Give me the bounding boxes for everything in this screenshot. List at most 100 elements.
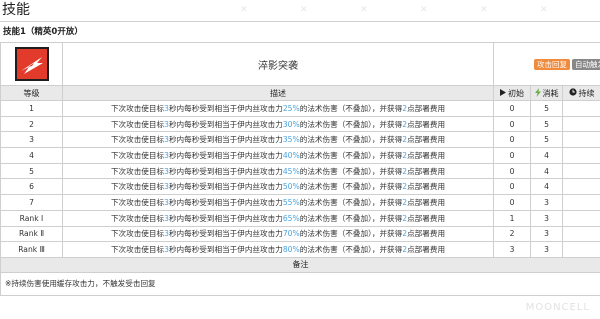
header-cost: 消耗 [530,85,563,101]
duration-cell [562,241,600,258]
desc-middle: 秒内每秒受到相当于伊内丝攻击力 [168,166,283,176]
desc-middle: 秒内每秒受到相当于伊内丝攻击力 [168,245,283,255]
desc-middle: 秒内每秒受到相当于伊内丝攻击力 [168,213,283,223]
cost-cell: 3 [530,225,563,243]
desc-suffix: 的法术伤害（不叠加），并获得 [299,182,403,192]
desc-prefix: 下次攻击使目标 [110,197,165,207]
desc-suffix: 的法术伤害（不叠加），并获得 [299,150,403,160]
desc-suffix: 的法术伤害（不叠加），并获得 [299,245,403,255]
header-initial: 初始 [493,85,531,101]
desc-end: 点部署费用 [407,135,446,145]
cost-cell: 5 [530,100,563,117]
desc-end: 点部署费用 [407,229,446,239]
remarks-note-row: ※持续伤害使用缓存攻击力，不触发受击回复 [0,271,600,296]
desc-suffix: 的法术伤害（不叠加），并获得 [299,197,403,207]
desc-percent: 45% [282,166,300,176]
cost-cell: 3 [530,194,563,211]
duration-cell [562,194,600,211]
remarks-header-row: 备注 [0,256,600,273]
description-cell: 下次攻击使目标3秒内每秒受到相当于伊内丝攻击力45%的法术伤害（不叠加），并获得… [62,162,494,180]
header-duration-label: 持续 [578,88,595,98]
desc-prefix: 下次攻击使目标 [110,245,165,255]
header-duration: 持续 [562,85,600,101]
table-row: Rank Ⅱ 下次攻击使目标3秒内每秒受到相当于伊内丝攻击力70%的法术伤害（不叠… [0,225,600,243]
desc-percent: 30% [282,119,300,129]
duration-cell [562,225,600,243]
table-row: 1 下次攻击使目标3秒内每秒受到相当于伊内丝攻击力25%的法术伤害（不叠加），并获… [0,100,600,117]
remarks-header: 备注 [0,256,600,273]
initial-cell: 3 [493,241,531,258]
cost-cell: 5 [530,115,563,133]
desc-percent: 40% [282,150,300,160]
header-description: 描述 [62,85,494,101]
table-row: Rank Ⅰ 下次攻击使目标3秒内每秒受到相当于伊内丝攻击力65%的法术伤害（不叠… [0,209,600,227]
cost-cell: 3 [530,241,563,258]
cost-cell: 3 [530,209,563,227]
desc-percent: 55% [282,197,300,207]
desc-end: 点部署费用 [407,103,446,113]
cost-cell: 4 [530,178,563,196]
initial-cell: 0 [493,131,531,149]
page-title: 技能 [0,0,600,22]
level-cell: Rank Ⅰ [0,209,63,227]
header-level: 等级 [0,85,63,101]
table-row: 2 下次攻击使目标3秒内每秒受到相当于伊内丝攻击力30%的法术伤害（不叠加），并获… [0,115,600,133]
desc-suffix: 的法术伤害（不叠加），并获得 [299,213,403,223]
description-cell: 下次攻击使目标3秒内每秒受到相当于伊内丝攻击力65%的法术伤害（不叠加），并获得… [62,209,494,227]
clock-icon [568,88,577,98]
desc-middle: 秒内每秒受到相当于伊内丝攻击力 [168,197,283,207]
desc-middle: 秒内每秒受到相当于伊内丝攻击力 [168,229,283,239]
desc-prefix: 下次攻击使目标 [110,229,165,239]
table-row: 3 下次攻击使目标3秒内每秒受到相当于伊内丝攻击力35%的法术伤害（不叠加），并获… [0,131,600,149]
initial-cell: 0 [493,194,531,211]
desc-prefix: 下次攻击使目标 [110,103,165,113]
desc-end: 点部署费用 [407,166,446,176]
desc-prefix: 下次攻击使目标 [110,213,165,223]
duration-cell [562,209,600,227]
desc-prefix: 下次攻击使目标 [110,135,165,145]
description-cell: 下次攻击使目标3秒内每秒受到相当于伊内丝攻击力80%的法术伤害（不叠加），并获得… [62,241,494,258]
desc-middle: 秒内每秒受到相当于伊内丝攻击力 [168,135,283,145]
header-initial-label: 初始 [508,88,524,98]
level-cell: Rank Ⅲ [0,241,63,258]
desc-percent: 65% [282,213,300,223]
desc-percent: 70% [282,229,300,239]
desc-prefix: 下次攻击使目标 [110,150,165,160]
initial-cell: 0 [493,100,531,117]
desc-middle: 秒内每秒受到相当于伊内丝攻击力 [168,182,283,192]
desc-prefix: 下次攻击使目标 [110,182,165,192]
table-row: 6 下次攻击使目标3秒内每秒受到相当于伊内丝攻击力50%的法术伤害（不叠加），并获… [0,178,600,196]
desc-percent: 50% [282,182,300,192]
desc-prefix: 下次攻击使目标 [110,119,165,129]
desc-end: 点部署费用 [407,197,446,207]
tag-recovery: 攻击回复 [534,58,570,70]
duration-cell [562,100,600,117]
lightning-bolt-icon [534,87,541,99]
cost-cell: 5 [530,131,563,149]
table-row: Rank Ⅲ 下次攻击使目标3秒内每秒受到相当于伊内丝攻击力80%的法术伤害（不叠… [0,241,600,258]
level-cell: 4 [0,147,63,164]
table-row: 5 下次攻击使目标3秒内每秒受到相当于伊内丝攻击力45%的法术伤害（不叠加），并获… [0,162,600,180]
desc-end: 点部署费用 [407,182,446,192]
skill-tags: 攻击回复自动触发 [493,42,600,86]
desc-end: 点部署费用 [407,245,446,255]
desc-suffix: 的法术伤害（不叠加），并获得 [299,166,403,176]
duration-cell [562,131,600,149]
desc-suffix: 的法术伤害（不叠加），并获得 [299,229,403,239]
desc-middle: 秒内每秒受到相当于伊内丝攻击力 [168,119,283,129]
table-row: 7 下次攻击使目标3秒内每秒受到相当于伊内丝攻击力55%的法术伤害（不叠加），并获… [0,194,600,211]
level-cell: 7 [0,194,63,211]
duration-cell [562,147,600,164]
cost-cell: 4 [530,147,563,164]
desc-middle: 秒内每秒受到相当于伊内丝攻击力 [168,103,283,113]
description-cell: 下次攻击使目标3秒内每秒受到相当于伊内丝攻击力30%的法术伤害（不叠加），并获得… [62,115,494,133]
description-cell: 下次攻击使目标3秒内每秒受到相当于伊内丝攻击力55%的法术伤害（不叠加），并获得… [62,194,494,211]
table-header-row: 等级 描述 初始 消耗 持续 [0,85,600,101]
level-cell: 6 [0,178,63,196]
initial-cell: 2 [493,225,531,243]
desc-end: 点部署费用 [407,119,446,129]
desc-percent: 35% [282,135,300,145]
table-row: 4 下次攻击使目标3秒内每秒受到相当于伊内丝攻击力40%的法术伤害（不叠加），并获… [0,147,600,164]
initial-cell: 0 [493,147,531,164]
desc-end: 点部署费用 [407,150,446,160]
